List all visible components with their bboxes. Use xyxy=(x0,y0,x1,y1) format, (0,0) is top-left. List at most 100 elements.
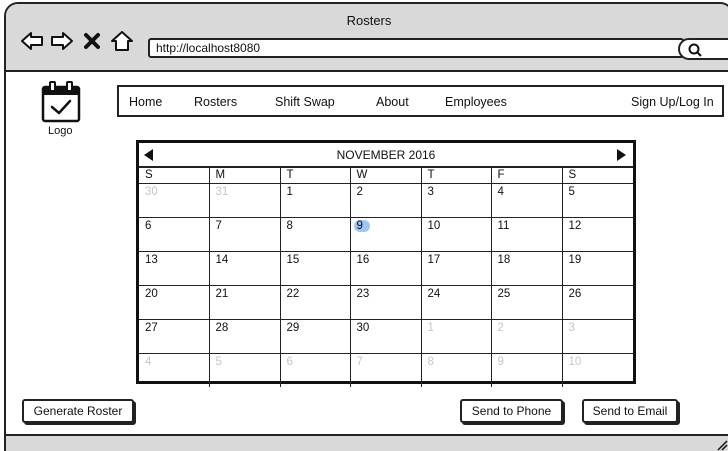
nav-shift-swap[interactable]: Shift Swap xyxy=(275,95,335,109)
send-to-email-button[interactable]: Send to Email xyxy=(582,399,678,423)
day-number: 23 xyxy=(356,287,370,300)
day-number: 4 xyxy=(145,355,152,368)
day-number: 8 xyxy=(286,219,293,232)
calendar-day[interactable]: 7 xyxy=(208,216,281,252)
calendar-day[interactable]: 29 xyxy=(279,318,351,354)
calendar-day[interactable]: 24 xyxy=(420,284,492,320)
calendar-day[interactable]: 6 xyxy=(279,352,351,387)
calendar-day[interactable]: 1 xyxy=(279,183,351,218)
calendar-day[interactable]: 9 xyxy=(490,352,563,387)
arrow-right-icon[interactable] xyxy=(50,30,74,52)
calendar-day[interactable]: 2 xyxy=(349,183,422,218)
nav-employees[interactable]: Employees xyxy=(445,95,507,109)
calendar-day[interactable]: 30 xyxy=(139,183,210,218)
calendar-day[interactable]: 30 xyxy=(349,318,422,354)
calendar-day[interactable]: 19 xyxy=(561,250,633,286)
calendar-day[interactable]: 17 xyxy=(420,250,492,286)
day-number: 19 xyxy=(568,253,582,266)
day-number: 13 xyxy=(145,253,158,266)
calendar-day[interactable]: 2 xyxy=(490,318,563,354)
day-number: 1 xyxy=(427,321,434,334)
weekday-label: S xyxy=(561,168,633,184)
calendar-day[interactable]: 31 xyxy=(208,183,281,218)
calendar-widget: NOVEMBER 2016 SMTWTFS 30 31 1 2 3 4 5 6 7 8 9 10 11 1… xyxy=(136,140,636,387)
generate-roster-button[interactable]: Generate Roster xyxy=(22,399,134,423)
calendar-day[interactable]: 4 xyxy=(139,352,210,387)
calendar-day[interactable]: 10 xyxy=(561,352,633,387)
resize-grip-icon[interactable] xyxy=(716,437,728,451)
day-number: 26 xyxy=(568,287,582,300)
calendar-day-selected[interactable]: 9 xyxy=(349,216,422,252)
day-number: 16 xyxy=(356,253,370,266)
calendar-day[interactable]: 8 xyxy=(420,352,492,387)
next-month-icon[interactable] xyxy=(616,149,626,161)
search-button[interactable] xyxy=(678,38,728,60)
home-icon[interactable] xyxy=(110,30,134,52)
nav-rosters[interactable]: Rosters xyxy=(194,95,237,109)
calendar-day[interactable]: 23 xyxy=(349,284,422,320)
calendar-day[interactable]: 5 xyxy=(561,183,633,218)
calendar-day[interactable]: 11 xyxy=(490,216,563,252)
calendar-day[interactable]: 22 xyxy=(279,284,351,320)
calendar-day[interactable]: 6 xyxy=(139,216,210,252)
calendar-day[interactable]: 10 xyxy=(420,216,492,252)
send-to-phone-button[interactable]: Send to Phone xyxy=(460,399,563,423)
day-number: 30 xyxy=(145,185,158,198)
day-number: 22 xyxy=(286,287,300,300)
day-number: 5 xyxy=(215,355,222,368)
weekday-label: S xyxy=(139,168,210,184)
calendar-day[interactable]: 3 xyxy=(561,318,633,354)
calendar-day[interactable]: 25 xyxy=(490,284,563,320)
calendar-day[interactable]: 4 xyxy=(490,183,563,218)
calendar-day[interactable]: 18 xyxy=(490,250,563,286)
calendar-day[interactable]: 3 xyxy=(420,183,492,218)
calendar-day[interactable]: 20 xyxy=(139,284,210,320)
calendar-week-row: 20 21 22 23 24 25 26 xyxy=(139,284,633,320)
close-x-icon[interactable] xyxy=(80,30,104,52)
day-number: 5 xyxy=(568,185,575,198)
calendar-day[interactable]: 26 xyxy=(561,284,633,320)
nav-signup-login[interactable]: Sign Up/Log In xyxy=(631,95,714,109)
calendar-day[interactable]: 13 xyxy=(139,250,210,286)
title-bar: Rosters http://localhost8080 xyxy=(6,4,728,72)
day-number: 10 xyxy=(427,219,441,232)
day-number: 10 xyxy=(568,355,582,368)
day-number: 18 xyxy=(497,253,511,266)
calendar-day[interactable]: 1 xyxy=(420,318,492,354)
calendar-day[interactable]: 16 xyxy=(349,250,422,286)
calendar-day[interactable]: 15 xyxy=(279,250,351,286)
weekday-label: M xyxy=(208,168,281,184)
day-number: 29 xyxy=(286,321,300,334)
day-number: 9 xyxy=(497,355,504,368)
calendar-day[interactable]: 12 xyxy=(561,216,633,252)
day-number: 27 xyxy=(145,321,158,334)
day-number: 25 xyxy=(497,287,511,300)
day-number: 17 xyxy=(427,253,441,266)
day-number: 21 xyxy=(215,287,229,300)
calendar-day[interactable]: 8 xyxy=(279,216,351,252)
calendar-day[interactable]: 28 xyxy=(208,318,281,354)
day-number: 4 xyxy=(497,185,504,198)
calendar-day[interactable]: 27 xyxy=(139,318,210,354)
weekday-label: T xyxy=(279,168,351,184)
calendar-week-row: 27 28 29 30 1 2 3 xyxy=(139,318,633,354)
calendar-day[interactable]: 21 xyxy=(208,284,281,320)
arrow-left-icon[interactable] xyxy=(20,30,44,52)
day-number: 2 xyxy=(497,321,504,334)
calendar-grid: SMTWTFS 30 31 1 2 3 4 5 6 7 8 9 10 11 12 13 14 15 16 17 18 1… xyxy=(139,168,633,387)
calendar-day[interactable]: 5 xyxy=(208,352,281,387)
weekday-label: F xyxy=(490,168,563,184)
nav-about[interactable]: About xyxy=(376,95,409,109)
nav-home[interactable]: Home xyxy=(129,95,162,109)
weekday-label: W xyxy=(349,168,422,184)
day-number: 28 xyxy=(215,321,229,334)
status-bar xyxy=(6,434,728,451)
search-icon xyxy=(688,43,702,57)
calendar-day[interactable]: 7 xyxy=(349,352,422,387)
day-number: 2 xyxy=(356,185,363,198)
calendar-header: NOVEMBER 2016 xyxy=(139,143,633,168)
url-input[interactable]: http://localhost8080 xyxy=(148,38,684,58)
calendar-month-title: NOVEMBER 2016 xyxy=(336,148,436,162)
calendar-day[interactable]: 14 xyxy=(208,250,281,286)
calendar-week-row: 30 31 1 2 3 4 5 xyxy=(139,183,633,218)
